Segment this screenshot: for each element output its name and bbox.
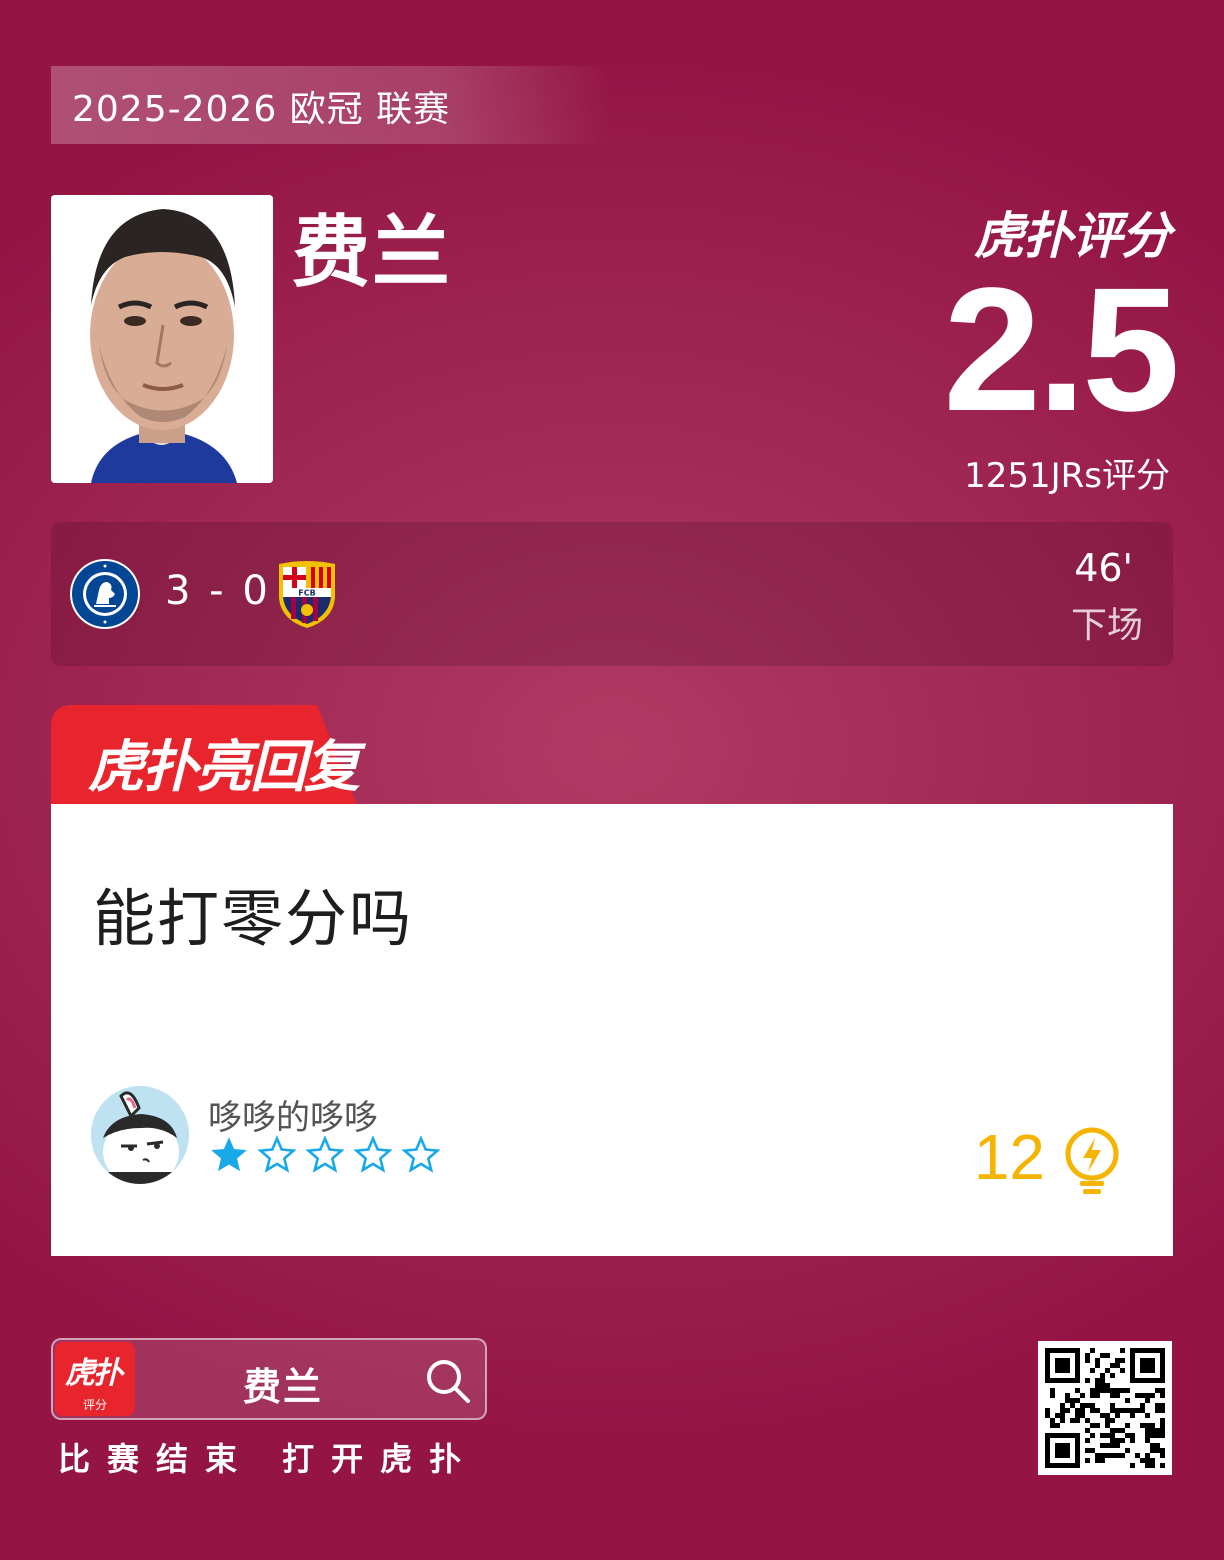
search-bar[interactable]: 虎扑 评分 费兰: [51, 1338, 487, 1420]
star-empty-icon: [353, 1135, 393, 1173]
substitution-minute: 46': [1074, 546, 1133, 590]
user-avatar[interactable]: [91, 1086, 189, 1184]
rating-count: 1251JRs评分: [964, 456, 1170, 496]
star-empty-icon: [305, 1135, 345, 1173]
hupu-app-icon: 虎扑 评分: [55, 1342, 135, 1416]
light-count: 12: [973, 1121, 1045, 1193]
match-summary[interactable]: 3 - 0 FCB 46' 下场: [51, 522, 1173, 666]
star-filled-icon: [211, 1137, 247, 1172]
star-empty-icon: [257, 1135, 297, 1173]
player-name: 费兰: [292, 208, 453, 298]
username[interactable]: 哆哆的哆哆: [208, 1090, 378, 1139]
substitution-status: 下场: [1070, 605, 1143, 646]
search-icon[interactable]: [425, 1358, 471, 1404]
app-icon-subtext: 评分: [82, 1398, 107, 1412]
chelsea-crest-icon: [70, 559, 140, 629]
footer-caption: 比赛结束 打开虎扑: [58, 1440, 479, 1478]
comment-text: 能打零分吗: [93, 882, 414, 955]
competition-label: 2025-2026 欧冠 联赛: [72, 89, 451, 130]
qr-code[interactable]: [1038, 1341, 1172, 1475]
qr-code-image: [1045, 1348, 1165, 1468]
player-photo: [51, 195, 273, 483]
lightbulb-icon[interactable]: [1061, 1126, 1123, 1196]
rating-score: 2.5: [943, 252, 1180, 448]
search-query[interactable]: 费兰: [243, 1356, 323, 1411]
app-icon-text: 虎扑: [65, 1356, 123, 1391]
svg-text:FCB: FCB: [298, 589, 315, 598]
match-score: 3 - 0: [165, 568, 271, 614]
reply-card[interactable]: 能打零分吗 哆哆的哆哆 12: [51, 804, 1173, 1256]
barcelona-crest-icon: FCB: [279, 561, 335, 628]
reply-tab-label: 虎扑亮回复: [88, 735, 360, 800]
star-empty-icon: [401, 1135, 441, 1173]
user-star-rating: [208, 1134, 442, 1176]
